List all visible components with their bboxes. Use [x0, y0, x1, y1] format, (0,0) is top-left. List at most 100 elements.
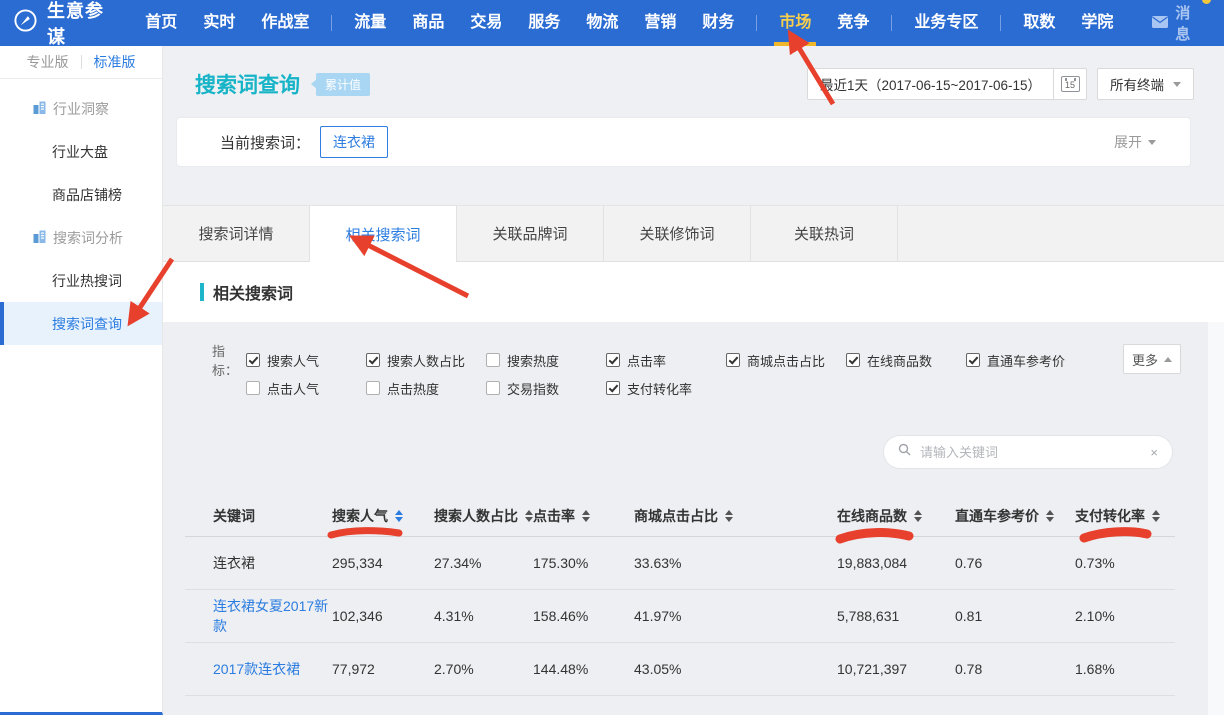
column-header-ctr[interactable]: 点击率 — [533, 506, 634, 526]
nav-item-market-active[interactable]: 市场 — [766, 0, 824, 46]
nav-item-traffic[interactable]: 流量 — [341, 0, 399, 46]
navbar-right: 消息 — [1126, 2, 1224, 44]
metric-checkbox[interactable]: 搜索人数占比 — [366, 351, 486, 370]
expand-button[interactable]: 展开 — [1114, 132, 1156, 152]
nav-divider — [891, 15, 892, 31]
metric-label: 在线商品数 — [867, 351, 932, 370]
scroll-gutter[interactable] — [1208, 322, 1224, 715]
sidebar-item-search-word-query[interactable]: 搜索词查询 — [0, 302, 162, 345]
cell-online-products: 5,788,631 — [837, 608, 955, 624]
calendar-button[interactable]: 15 — [1053, 69, 1086, 99]
metric-checkbox[interactable]: 商城点击占比 — [726, 351, 846, 370]
metric-checkbox[interactable]: 直通车参考价 — [966, 351, 1086, 370]
column-label: 关键词 — [213, 506, 255, 526]
tab-related-brand-words[interactable]: 关联品牌词 — [457, 206, 604, 262]
cell-search-popularity: 295,334 — [332, 555, 434, 571]
checkbox-icon — [606, 381, 620, 395]
nav-item-competition[interactable]: 竞争 — [824, 0, 882, 46]
terminal-select[interactable]: 所有终端 — [1097, 68, 1194, 100]
current-search-card: 当前搜索词： 连衣裙 展开 — [176, 117, 1191, 167]
section-label: 搜索词分析 — [53, 228, 123, 248]
sort-icon[interactable] — [582, 510, 590, 522]
metric-label: 点击热度 — [387, 379, 439, 398]
app-screen: 生意参谋 首页 实时 作战室 流量 商品 交易 服务 物流 营销 财务 市场 竞… — [0, 0, 1224, 715]
keyword-search-input[interactable] — [920, 445, 1150, 460]
nav-item-academy[interactable]: 学院 — [1068, 0, 1126, 46]
metric-checkbox[interactable]: 交易指数 — [486, 379, 606, 398]
column-header-searcher-ratio[interactable]: 搜索人数占比 — [434, 506, 533, 526]
metric-label: 直通车参考价 — [987, 351, 1065, 370]
tab-related-hot-words[interactable]: 关联热词 — [751, 206, 898, 262]
column-header-online-products[interactable]: 在线商品数 — [837, 506, 955, 526]
metric-checkbox[interactable]: 点击热度 — [366, 379, 486, 398]
current-keyword-tag[interactable]: 连衣裙 — [320, 126, 388, 158]
metric-checkbox[interactable]: 在线商品数 — [846, 351, 966, 370]
checkbox-icon — [366, 381, 380, 395]
nav-item-logistics[interactable]: 物流 — [573, 0, 631, 46]
tab-related-search-words[interactable]: 相关搜索词 — [310, 206, 457, 262]
nav-item-data-fetch[interactable]: 取数 — [1010, 0, 1068, 46]
nav-item-realtime[interactable]: 实时 — [190, 0, 248, 46]
nav-item-warroom[interactable]: 作战室 — [248, 0, 322, 46]
table-header-row: 关键词 搜索人气 搜索人数占比 点击率 商城点击占比 在线商品数 直通车参考价 … — [185, 495, 1175, 537]
tab-standard-version[interactable]: 标准版 — [94, 52, 136, 72]
column-header-mall-click-ratio[interactable]: 商城点击占比 — [634, 506, 837, 526]
page-header-left: 搜索词查询 累计值 — [195, 69, 370, 99]
nav-item-product[interactable]: 商品 — [399, 0, 457, 46]
metric-label: 商城点击占比 — [747, 351, 825, 370]
cell-payment-conversion: 2.10% — [1075, 608, 1175, 624]
date-range-text: 最近1天（2017-06-15~2017-06-15） — [808, 74, 1053, 94]
metric-checkbox[interactable]: 搜索人气 — [246, 351, 366, 370]
sort-icon[interactable] — [1046, 510, 1054, 522]
column-header-search-popularity[interactable]: 搜索人气 — [332, 506, 434, 526]
column-header-payment-conversion[interactable]: 支付转化率 — [1075, 506, 1175, 526]
sidebar-item-hot-search-words[interactable]: 行业热搜词 — [0, 259, 162, 302]
sidebar-item-industry-dashboard[interactable]: 行业大盘 — [0, 130, 162, 173]
metric-checkbox[interactable]: 搜索热度 — [486, 351, 606, 370]
sidebar-item-product-shop-rank[interactable]: 商品店铺榜 — [0, 173, 162, 216]
nav-item-finance[interactable]: 财务 — [689, 0, 747, 46]
more-button[interactable]: 更多 — [1123, 344, 1181, 374]
search-icon — [898, 443, 911, 461]
message-button[interactable]: 消息 — [1152, 2, 1202, 44]
nav-item-business-zone[interactable]: 业务专区 — [901, 0, 991, 46]
related-words-table: 关键词 搜索人气 搜索人数占比 点击率 商城点击占比 在线商品数 直通车参考价 … — [185, 495, 1175, 696]
section-header: 相关搜索词 — [163, 262, 1224, 322]
chevron-up-icon — [1164, 353, 1172, 362]
sort-icon[interactable] — [1152, 510, 1160, 522]
nav-item-home[interactable]: 首页 — [132, 0, 190, 46]
sort-icon[interactable] — [914, 510, 922, 522]
sidebar-version-tabs: 专业版 标准版 — [0, 46, 162, 79]
clear-search-icon[interactable]: × — [1150, 445, 1158, 460]
cell-keyword-link[interactable]: 连衣裙女夏2017新款 — [185, 596, 332, 636]
metric-row-1: 指标： 搜索人气 搜索人数占比 搜索热度 点击率 商城点击占比 在线商品数 直通… — [212, 352, 1086, 368]
building-icon — [33, 101, 46, 117]
cell-keyword-link[interactable]: 2017款连衣裙 — [185, 659, 332, 679]
sort-icon[interactable] — [725, 510, 733, 522]
tab-search-word-detail[interactable]: 搜索词详情 — [163, 206, 310, 262]
cell-mall-click-ratio: 41.97% — [634, 608, 837, 624]
cell-search-popularity: 77,972 — [332, 661, 434, 677]
nav-item-marketing[interactable]: 营销 — [631, 0, 689, 46]
calendar-day: 15 — [1065, 81, 1075, 91]
metric-checkbox[interactable]: 点击率 — [606, 351, 726, 370]
metric-label: 交易指数 — [507, 379, 559, 398]
checkbox-icon — [486, 353, 500, 367]
nav-item-trade[interactable]: 交易 — [457, 0, 515, 46]
calendar-icon: 15 — [1061, 76, 1080, 92]
sort-icon[interactable] — [525, 510, 533, 522]
nav-item-service[interactable]: 服务 — [515, 0, 573, 46]
nav-divider — [331, 15, 332, 31]
nav-divider — [756, 15, 757, 31]
app-logo[interactable]: 生意参谋 — [0, 0, 118, 49]
tab-related-modifier-words[interactable]: 关联修饰词 — [604, 206, 751, 262]
cell-ztc-ref-price: 0.78 — [955, 661, 1075, 677]
tab-pro-version[interactable]: 专业版 — [27, 52, 69, 72]
page-header: 搜索词查询 累计值 最近1天（2017-06-15~2017-06-15） 15… — [195, 66, 1194, 102]
sort-icon[interactable] — [395, 510, 403, 522]
metric-checkbox[interactable]: 点击人气 — [246, 379, 366, 398]
date-range-picker[interactable]: 最近1天（2017-06-15~2017-06-15） 15 — [807, 68, 1087, 100]
column-header-ztc-ref-price[interactable]: 直通车参考价 — [955, 506, 1075, 526]
metric-checkbox[interactable]: 支付转化率 — [606, 379, 726, 398]
cell-payment-conversion: 1.68% — [1075, 661, 1175, 677]
